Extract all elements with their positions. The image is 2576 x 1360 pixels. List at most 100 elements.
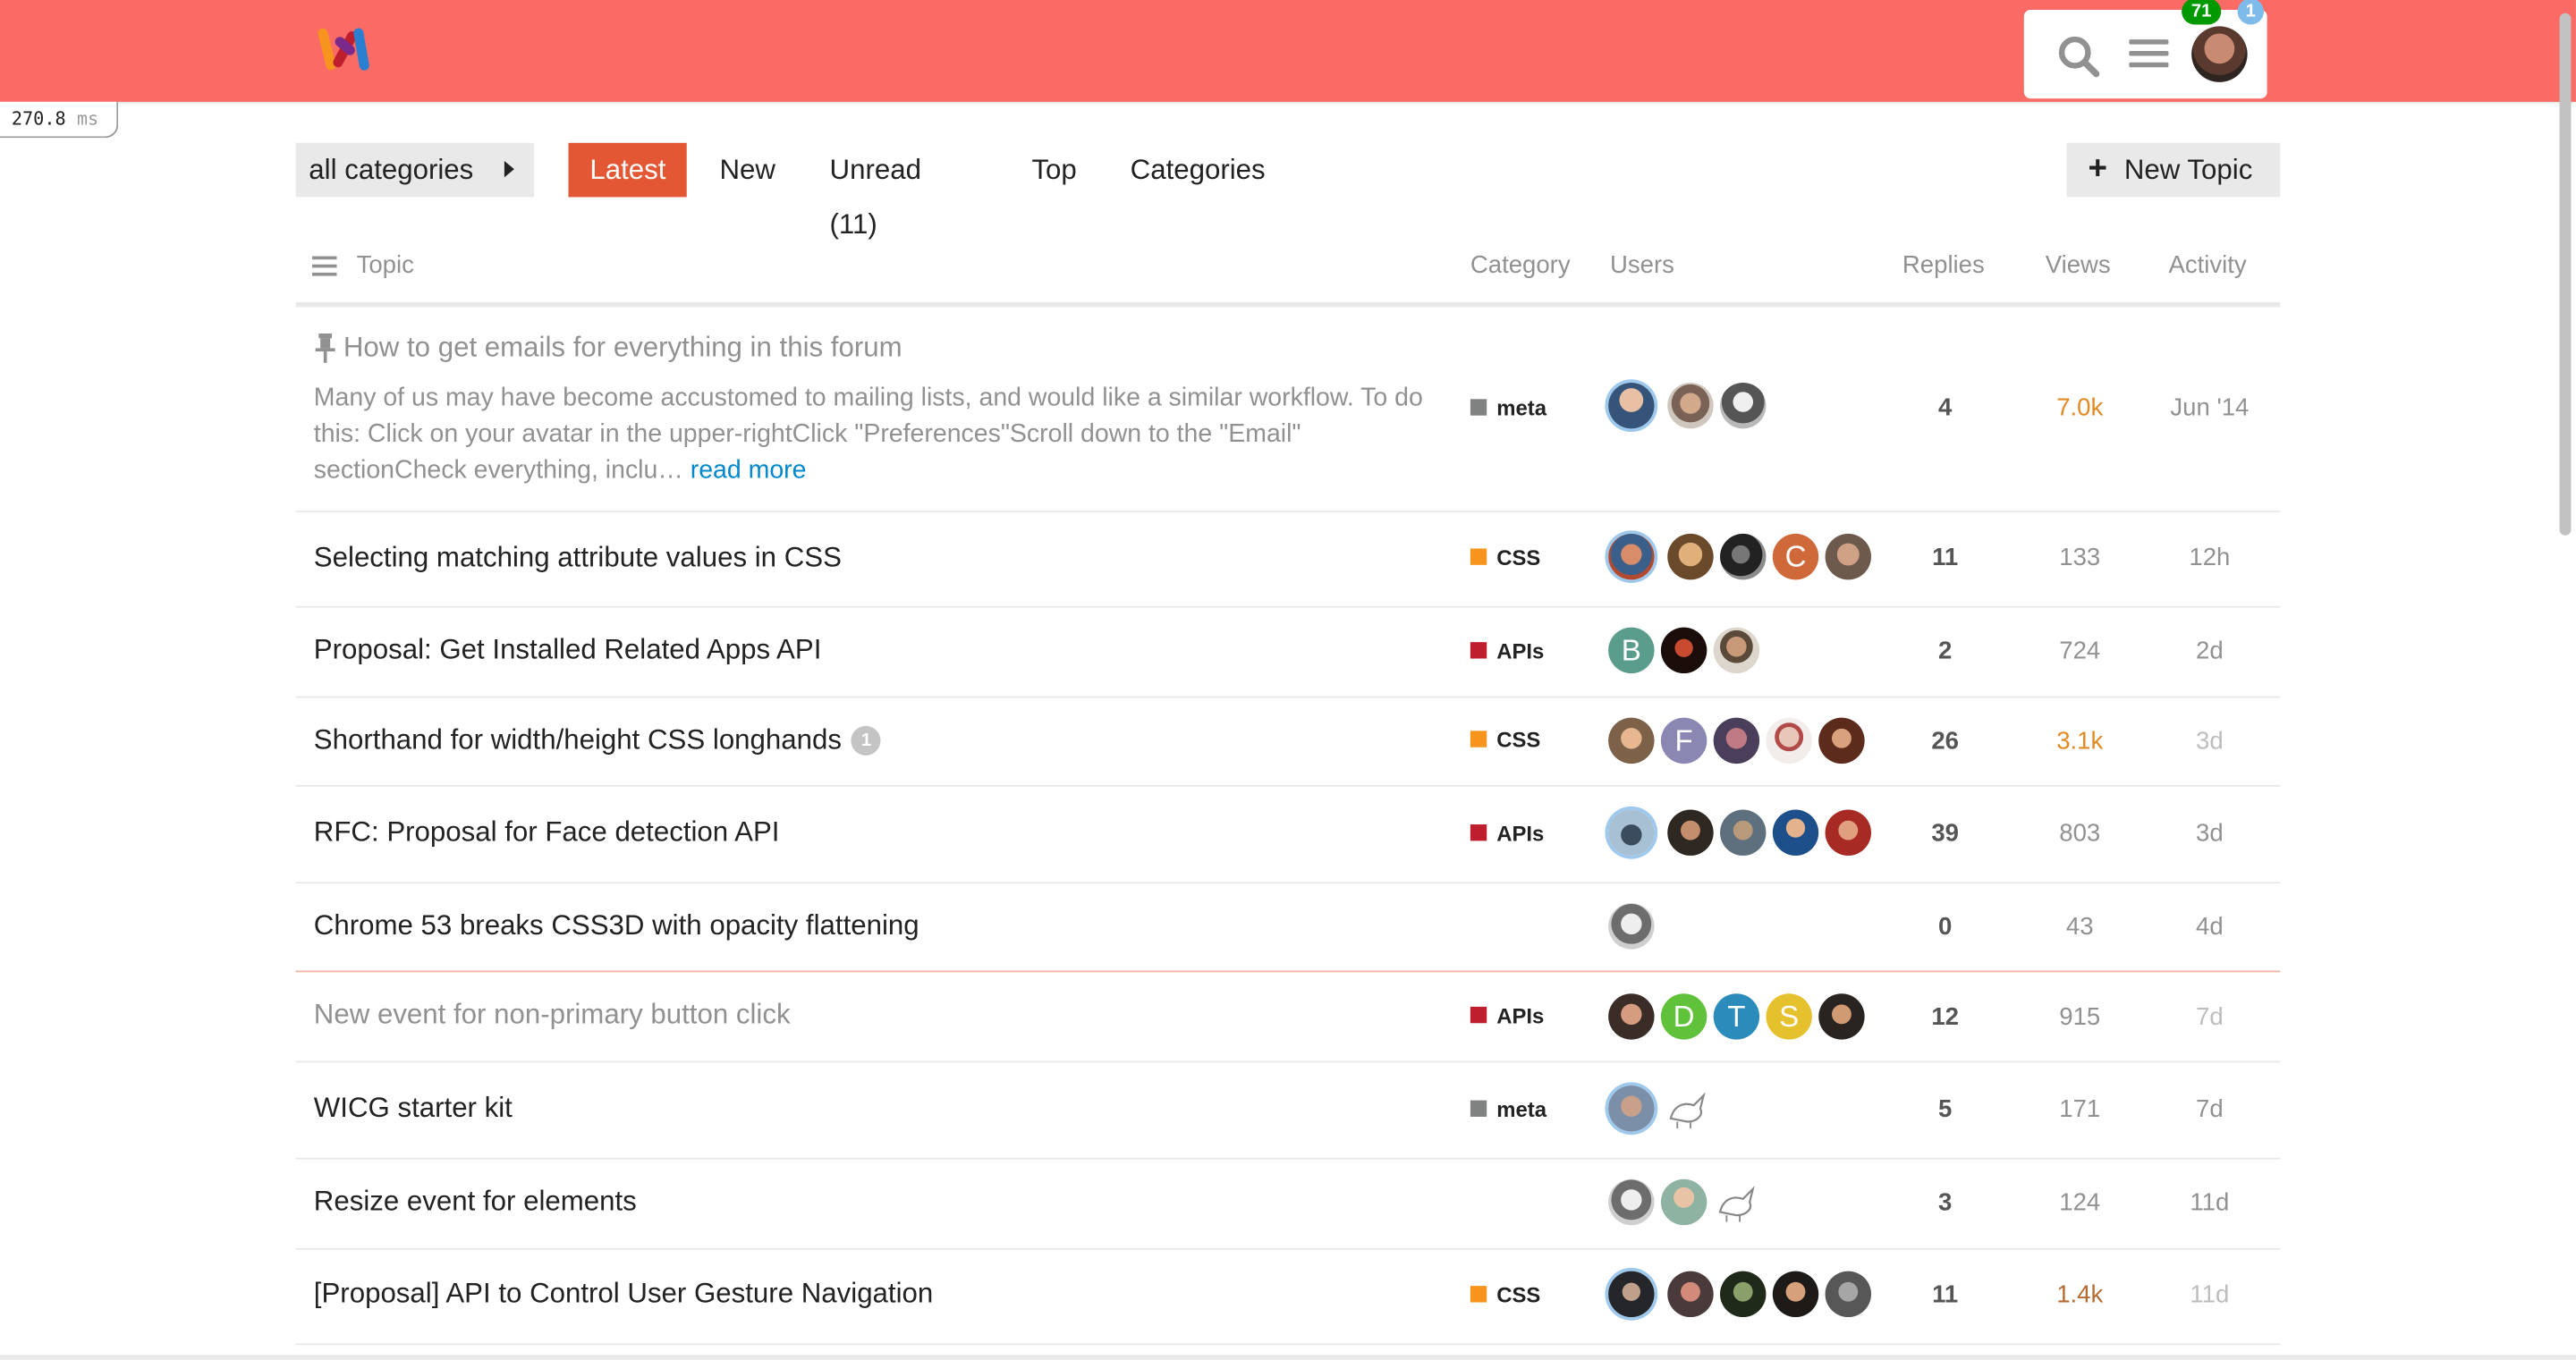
row-divider <box>295 882 2281 884</box>
current-user-avatar[interactable] <box>2191 26 2248 82</box>
category-badge[interactable]: meta <box>1470 396 1546 420</box>
avatar[interactable] <box>1608 809 1655 856</box>
activity-date[interactable]: 11d <box>2152 1189 2267 1217</box>
avatar[interactable]: S <box>1766 993 1812 1040</box>
avatar[interactable] <box>1720 382 1767 429</box>
topic-title[interactable]: Resize event for elements <box>314 1186 637 1219</box>
col-header-topic[interactable]: Topic <box>357 251 414 279</box>
avatar[interactable] <box>1667 1271 1714 1318</box>
avatar[interactable] <box>1667 533 1714 580</box>
col-header-views[interactable]: Views <box>2046 251 2111 279</box>
category-badge[interactable]: CSS <box>1470 545 1540 570</box>
tab-latest[interactable]: Latest <box>568 142 688 198</box>
reply-count[interactable]: 26 <box>1887 728 2003 756</box>
topic-title[interactable]: Chrome 53 breaks CSS3D with opacity flat… <box>314 910 919 943</box>
avatar[interactable] <box>1818 717 1865 764</box>
new-topic-button[interactable]: + New Topic <box>2066 142 2281 198</box>
topic-title[interactable]: Shorthand for width/height CSS longhands… <box>314 724 882 757</box>
post-count-badge[interactable]: 1 <box>852 725 882 756</box>
avatar[interactable] <box>1766 717 1812 764</box>
hamburger-menu-icon[interactable] <box>2129 39 2169 69</box>
avatar[interactable]: C <box>1772 533 1819 580</box>
avatar[interactable] <box>1608 1085 1655 1132</box>
topic-title[interactable]: Selecting matching attribute values in C… <box>314 542 842 575</box>
reply-count[interactable]: 11 <box>1887 1281 2003 1309</box>
avatar[interactable] <box>1608 533 1655 580</box>
category-badge[interactable]: APIs <box>1470 821 1544 846</box>
col-header-replies[interactable]: Replies <box>1902 251 1985 279</box>
avatar[interactable] <box>1720 1271 1767 1318</box>
avatar[interactable] <box>1825 809 1872 856</box>
view-count: 43 <box>2065 913 2094 942</box>
messages-badge[interactable]: 1 <box>2237 0 2264 25</box>
reply-count[interactable]: 2 <box>1887 638 2003 665</box>
avatar[interactable] <box>1713 627 1760 674</box>
topic-title[interactable]: [Proposal] API to Control User Gesture N… <box>314 1278 933 1311</box>
avatar[interactable] <box>1720 533 1767 580</box>
activity-date[interactable]: 2d <box>2152 638 2267 665</box>
site-logo[interactable] <box>317 25 372 78</box>
activity-date[interactable]: 12h <box>2152 544 2267 571</box>
activity-date[interactable]: 3d <box>2152 820 2267 848</box>
avatar[interactable] <box>1667 382 1714 429</box>
header-icons-panel: 71 1 <box>2023 0 2267 99</box>
avatar[interactable] <box>1660 1178 1707 1226</box>
avatar[interactable] <box>1608 993 1655 1040</box>
avatar-sketch-unicorn[interactable] <box>1664 1085 1711 1132</box>
reply-count[interactable]: 4 <box>1887 394 2003 422</box>
topic-title[interactable]: RFC: Proposal for Face detection API <box>314 816 780 849</box>
avatar[interactable] <box>1608 1178 1655 1226</box>
avatar[interactable] <box>1608 1271 1655 1318</box>
reply-count[interactable]: 12 <box>1887 1003 2003 1031</box>
activity-date[interactable]: 7d <box>2152 1095 2267 1123</box>
category-badge[interactable]: APIs <box>1470 1003 1544 1028</box>
activity-date[interactable]: Jun '14 <box>2152 394 2267 422</box>
reply-count[interactable]: 0 <box>1887 913 2003 941</box>
tab-categories[interactable]: Categories <box>1131 143 1266 198</box>
notifications-badge[interactable]: 71 <box>2182 0 2222 25</box>
avatar[interactable] <box>1818 993 1865 1040</box>
avatar[interactable]: B <box>1608 627 1655 674</box>
reply-count[interactable]: 11 <box>1887 544 2003 571</box>
activity-date[interactable]: 4d <box>2152 913 2267 941</box>
avatar[interactable] <box>1772 1271 1819 1318</box>
avatar[interactable] <box>1667 809 1714 856</box>
topic-title[interactable]: New event for non-primary button click <box>314 999 791 1032</box>
tab-unread[interactable]: Unread (11) <box>830 143 921 241</box>
read-more-link[interactable]: read more <box>691 457 807 485</box>
category-badge[interactable]: APIs <box>1470 638 1544 663</box>
category-badge[interactable]: meta <box>1470 1097 1546 1121</box>
reply-count[interactable]: 3 <box>1887 1189 2003 1217</box>
avatar[interactable] <box>1825 533 1872 580</box>
avatar[interactable] <box>1660 627 1707 674</box>
avatar[interactable] <box>1720 809 1767 856</box>
reply-count[interactable]: 39 <box>1887 820 2003 848</box>
col-header-activity[interactable]: Activity <box>2168 251 2246 279</box>
topic-title[interactable]: Proposal: Get Installed Related Apps API <box>314 634 822 667</box>
activity-date[interactable]: 11d <box>2152 1281 2267 1309</box>
avatar[interactable]: D <box>1660 993 1707 1040</box>
category-badge[interactable]: CSS <box>1470 728 1540 752</box>
reply-count[interactable]: 5 <box>1887 1095 2003 1123</box>
avatar[interactable] <box>1825 1271 1872 1318</box>
avatar-sketch-unicorn[interactable] <box>1713 1178 1760 1226</box>
avatar[interactable] <box>1608 903 1655 950</box>
tab-new[interactable]: New <box>719 143 775 198</box>
avatar[interactable] <box>1608 382 1655 429</box>
avatar[interactable]: T <box>1713 993 1760 1040</box>
avatar[interactable] <box>1608 717 1655 764</box>
activity-date[interactable]: 7d <box>2152 1003 2267 1031</box>
topic-title[interactable]: How to get emails for everything in this… <box>343 332 902 365</box>
profiler-timing[interactable]: 270.8 ms <box>0 101 119 139</box>
avatar[interactable] <box>1713 717 1760 764</box>
avatar[interactable] <box>1772 809 1819 856</box>
avatar[interactable]: F <box>1660 717 1707 764</box>
activity-date[interactable]: 3d <box>2152 728 2267 756</box>
bulk-select-icon[interactable] <box>311 256 337 276</box>
topic-title[interactable]: WICG starter kit <box>314 1092 513 1125</box>
category-dropdown[interactable]: all categories <box>295 142 534 198</box>
tab-top[interactable]: Top <box>1031 143 1076 198</box>
category-badge[interactable]: CSS <box>1470 1282 1540 1307</box>
scrollbar-thumb[interactable] <box>2559 13 2572 536</box>
search-icon[interactable] <box>2057 35 2100 78</box>
